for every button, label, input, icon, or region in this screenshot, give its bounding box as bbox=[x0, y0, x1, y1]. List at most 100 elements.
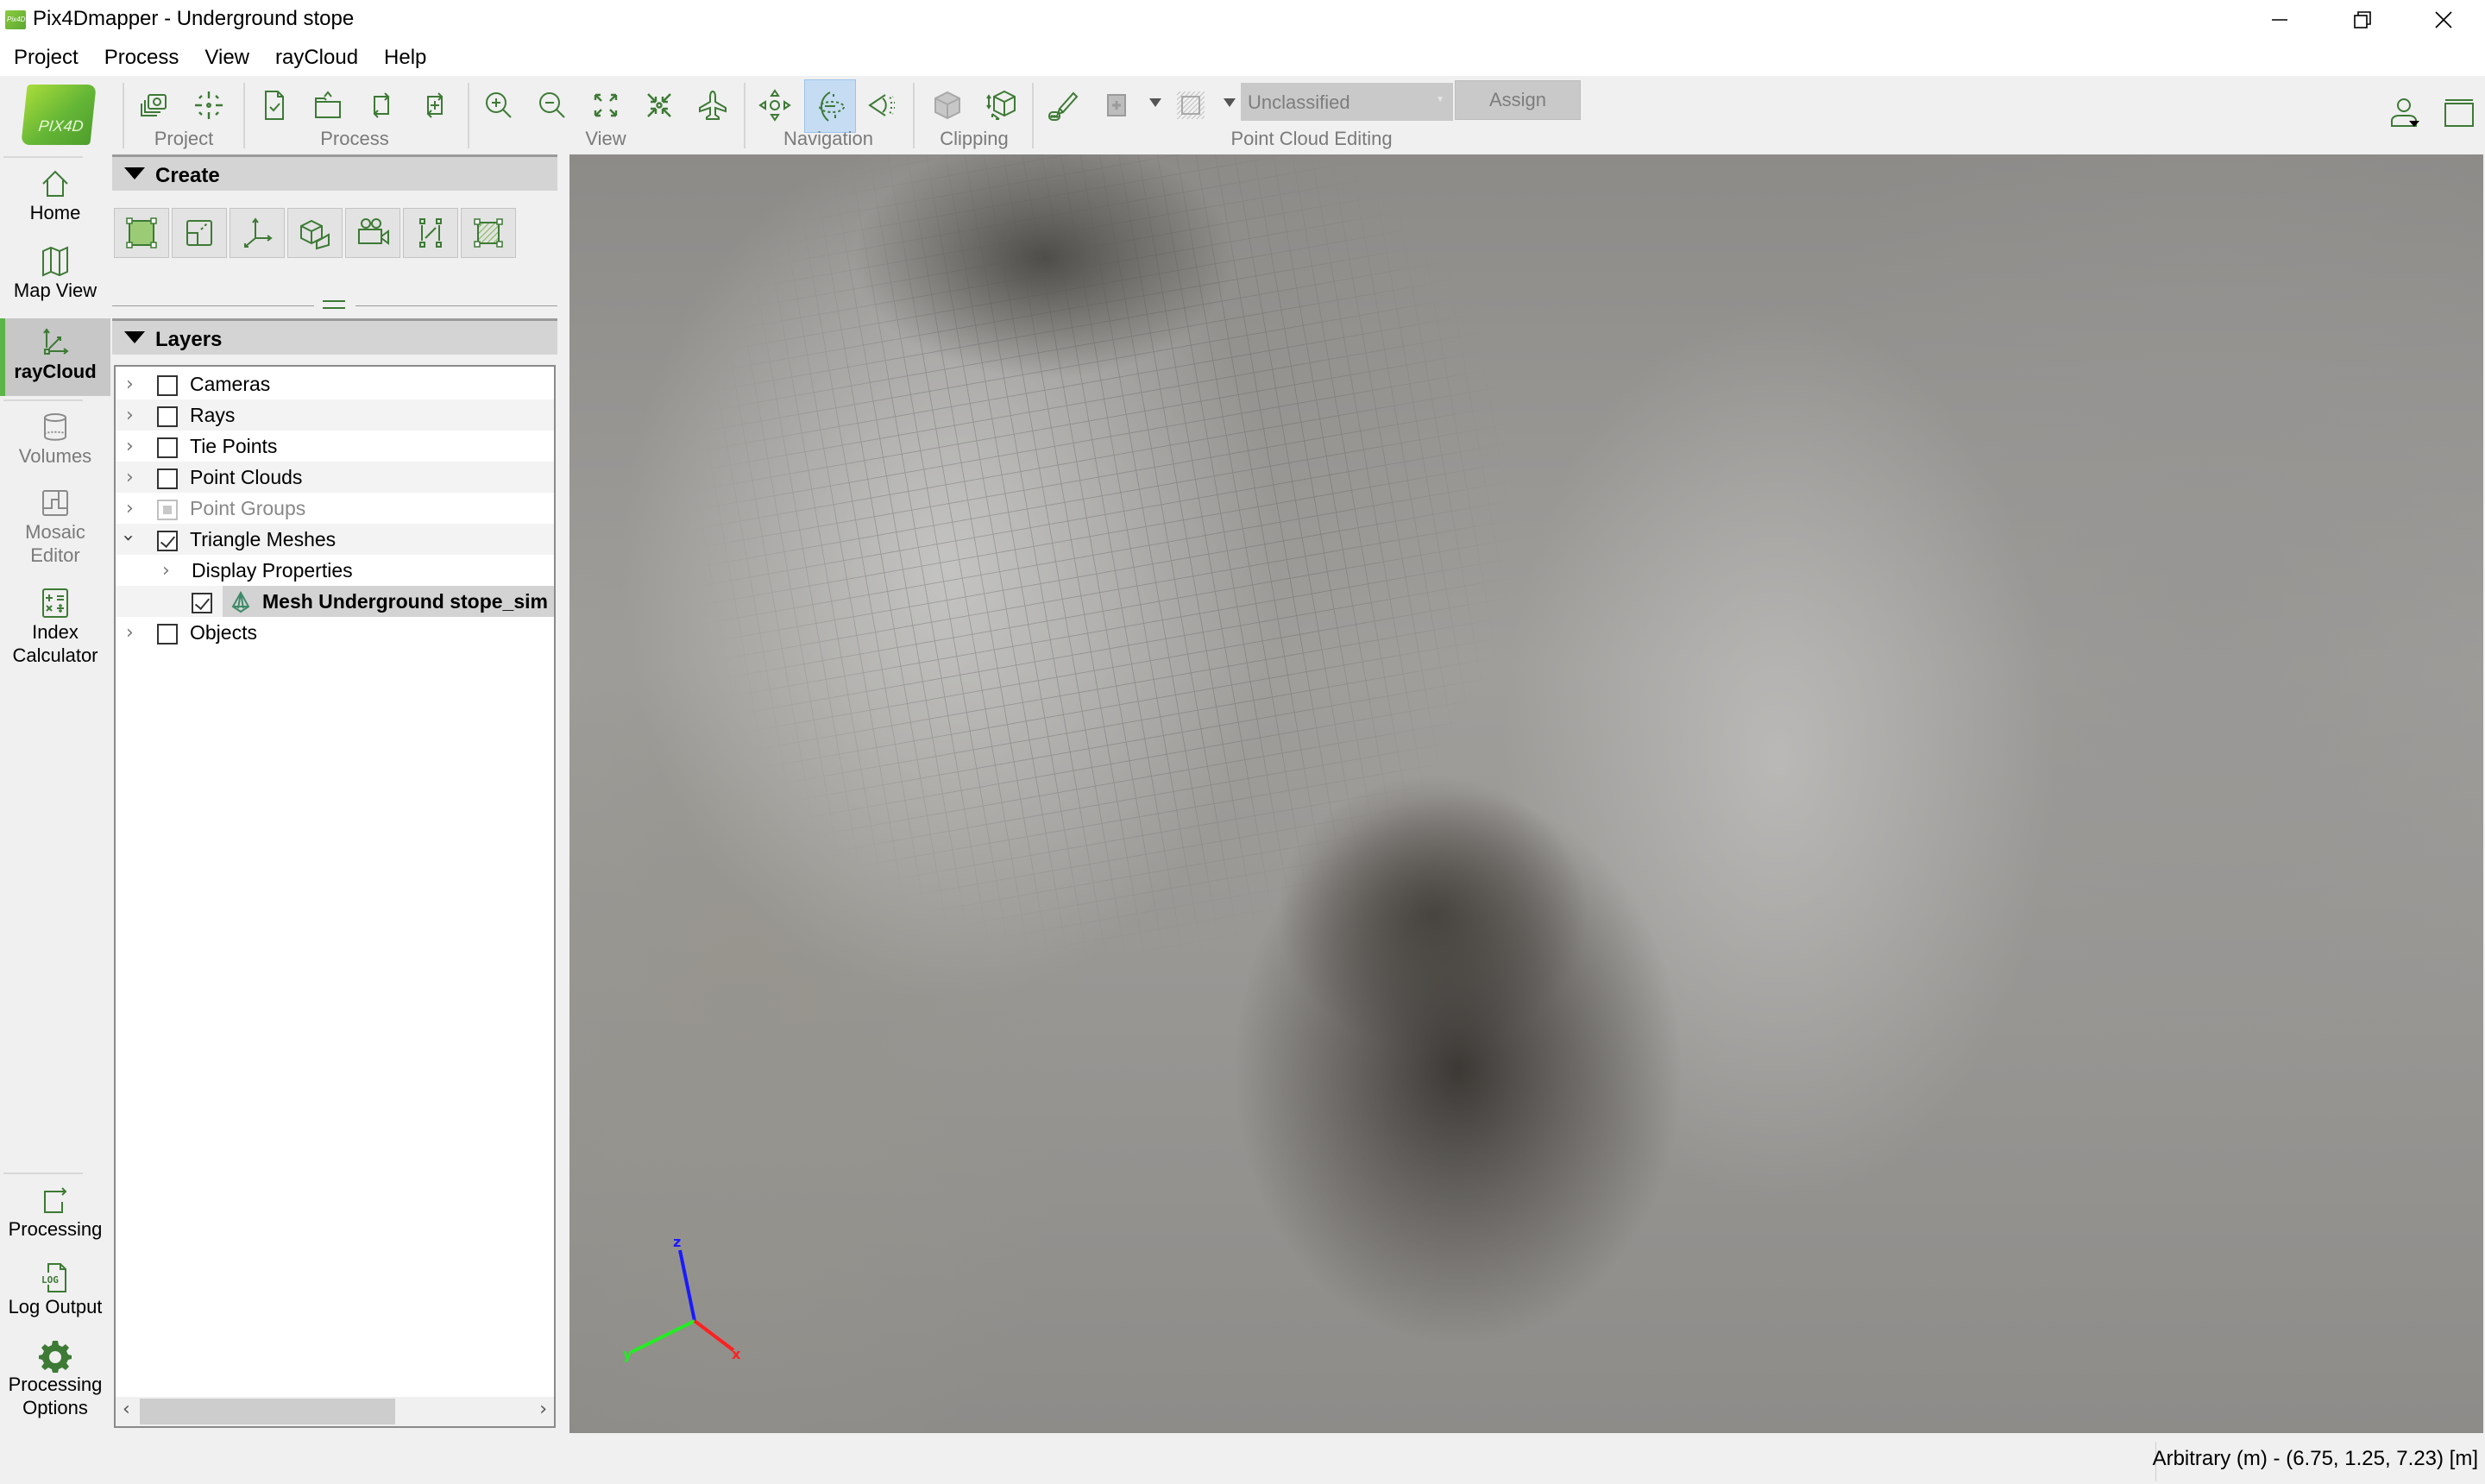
nav-raycloud[interactable]: rayCloud bbox=[0, 318, 110, 396]
nav-mosaic-editor[interactable]: Mosaic Editor bbox=[0, 486, 110, 581]
zoom-extent-button[interactable] bbox=[585, 85, 626, 126]
pan-navigation-button[interactable] bbox=[754, 85, 796, 126]
chevron-down-icon[interactable]: › bbox=[117, 534, 139, 542]
gcp-manager-button[interactable] bbox=[188, 85, 230, 126]
zoom-out-button[interactable] bbox=[532, 85, 573, 126]
scroll-right-arrow-icon[interactable]: › bbox=[539, 1399, 547, 1420]
close-button[interactable] bbox=[2404, 0, 2483, 40]
orbit-navigation-button[interactable] bbox=[804, 79, 856, 133]
scrollbar-thumb[interactable] bbox=[140, 1399, 395, 1424]
first-person-button[interactable] bbox=[861, 85, 903, 126]
nav-index-calculator-label: Index Calculator bbox=[12, 621, 98, 666]
layer-checkbox[interactable] bbox=[157, 375, 178, 396]
menu-help[interactable]: Help bbox=[384, 46, 426, 70]
clip-box-edit-button[interactable] bbox=[980, 85, 1022, 126]
nav-home[interactable]: Home bbox=[0, 167, 110, 239]
zoom-in-icon bbox=[486, 92, 512, 118]
layer-row-objects[interactable]: › Objects bbox=[116, 617, 554, 648]
file-check-button[interactable] bbox=[254, 85, 295, 126]
zoom-center-button[interactable] bbox=[639, 85, 680, 126]
reprocess-button[interactable] bbox=[361, 85, 402, 126]
create-surface-button[interactable] bbox=[461, 208, 516, 258]
layer-checkbox[interactable] bbox=[157, 624, 178, 645]
nav-index-calculator[interactable]: Index Calculator bbox=[0, 586, 110, 681]
reprocess-add-button[interactable] bbox=[414, 85, 456, 126]
menu-view[interactable]: View bbox=[204, 46, 249, 70]
file-check-icon bbox=[265, 91, 284, 120]
assign-button[interactable]: Assign bbox=[1455, 80, 1581, 120]
home-icon bbox=[42, 170, 68, 197]
nav-processing[interactable]: Processing bbox=[0, 1183, 110, 1257]
gcp-target-icon bbox=[195, 91, 223, 119]
drag-grip-icon bbox=[323, 300, 345, 309]
toolbar-divider bbox=[243, 83, 245, 148]
create-axis-button[interactable] bbox=[230, 208, 285, 258]
reprocess-icon bbox=[373, 92, 390, 118]
layer-row-rays[interactable]: › Rays bbox=[116, 399, 554, 431]
create-video-button[interactable] bbox=[345, 208, 400, 258]
clip-box-button[interactable] bbox=[927, 85, 968, 126]
layer-label: Point Clouds bbox=[190, 466, 303, 488]
chevron-right-icon[interactable]: › bbox=[126, 467, 134, 488]
layer-row-point-clouds[interactable]: › Point Clouds bbox=[116, 462, 554, 493]
camera-stack-button[interactable] bbox=[135, 85, 176, 126]
add-selection-button[interactable] bbox=[1096, 85, 1137, 126]
chevron-right-icon[interactable]: › bbox=[126, 374, 134, 395]
classification-select[interactable]: Unclassified ▼ bbox=[1241, 83, 1453, 121]
layer-row-triangle-meshes[interactable]: › Triangle Meshes bbox=[116, 524, 554, 555]
mosaic-icon bbox=[42, 490, 68, 516]
ribbon-toolbar: PIX4D Project Process View Navigation Cl… bbox=[0, 76, 2485, 154]
layer-row-mesh[interactable]: Mesh Underground stope_sim bbox=[116, 586, 554, 617]
layer-checkbox[interactable] bbox=[157, 406, 178, 427]
toolbar-divider bbox=[744, 83, 746, 148]
edit-densified-points-button[interactable] bbox=[1042, 85, 1084, 126]
layer-checkbox[interactable] bbox=[157, 437, 178, 458]
nav-log-output[interactable]: LOG Log Output bbox=[0, 1261, 110, 1335]
panel-splitter-handle[interactable] bbox=[112, 300, 557, 311]
layer-row-tie-points[interactable]: › Tie Points bbox=[116, 431, 554, 462]
layer-row-cameras[interactable]: › Cameras bbox=[116, 368, 554, 399]
chevron-right-icon[interactable]: › bbox=[126, 436, 134, 457]
create-section-header[interactable]: Create bbox=[112, 154, 557, 191]
create-polyline-button[interactable] bbox=[403, 208, 458, 258]
flight-view-button[interactable] bbox=[692, 85, 733, 126]
chevron-right-icon[interactable]: › bbox=[126, 405, 134, 426]
chevron-right-icon[interactable]: › bbox=[162, 560, 170, 582]
layer-checkbox-checked[interactable] bbox=[157, 531, 178, 551]
create-volume-button[interactable] bbox=[287, 208, 343, 258]
mesh-texture-netting bbox=[673, 154, 1536, 1017]
menu-raycloud[interactable]: rayCloud bbox=[275, 46, 358, 70]
restore-button[interactable] bbox=[2323, 0, 2402, 40]
layer-checkbox-checked[interactable] bbox=[192, 593, 212, 613]
app-icon: Pix4D bbox=[5, 10, 26, 29]
map-icon bbox=[42, 246, 68, 277]
open-folder-button[interactable] bbox=[307, 85, 349, 126]
nav-volumes[interactable]: Volumes bbox=[0, 410, 110, 482]
scroll-left-arrow-icon[interactable]: ‹ bbox=[123, 1399, 130, 1420]
chevron-right-icon[interactable]: › bbox=[126, 622, 134, 644]
layer-checkbox[interactable] bbox=[157, 468, 178, 489]
nav-map-view[interactable]: Map View bbox=[0, 244, 110, 317]
window-layout-button[interactable] bbox=[2438, 91, 2480, 133]
menu-project[interactable]: Project bbox=[14, 46, 79, 70]
chevron-right-icon[interactable]: › bbox=[126, 498, 134, 519]
nav-processing-options[interactable]: Processing Options bbox=[0, 1338, 110, 1433]
create-orthoplane-button[interactable] bbox=[172, 208, 227, 258]
layer-checkbox-partial[interactable] bbox=[157, 500, 178, 520]
layer-row-display-properties[interactable]: › Display Properties bbox=[116, 555, 554, 586]
minimize-button[interactable] bbox=[2240, 0, 2319, 40]
minimize-icon bbox=[2272, 19, 2287, 21]
create-polygon-button[interactable] bbox=[114, 208, 169, 258]
layers-section-header[interactable]: Layers bbox=[112, 318, 557, 355]
raycloud-3d-viewport[interactable]: z y x bbox=[569, 154, 2483, 1433]
user-account-button[interactable] bbox=[2383, 91, 2425, 133]
horizontal-scrollbar[interactable]: ‹ › bbox=[116, 1397, 554, 1426]
layer-row-point-groups[interactable]: › Point Groups bbox=[116, 493, 554, 524]
toolbar-divider bbox=[913, 83, 915, 148]
app-icon-text: Pix4D bbox=[7, 16, 26, 23]
selection-mode-dropdown-arrow[interactable] bbox=[1149, 98, 1161, 107]
menu-process[interactable]: Process bbox=[104, 46, 179, 70]
rect-selection-dropdown-arrow[interactable] bbox=[1224, 98, 1236, 107]
zoom-in-button[interactable] bbox=[478, 85, 519, 126]
rect-selection-button[interactable] bbox=[1170, 85, 1211, 126]
